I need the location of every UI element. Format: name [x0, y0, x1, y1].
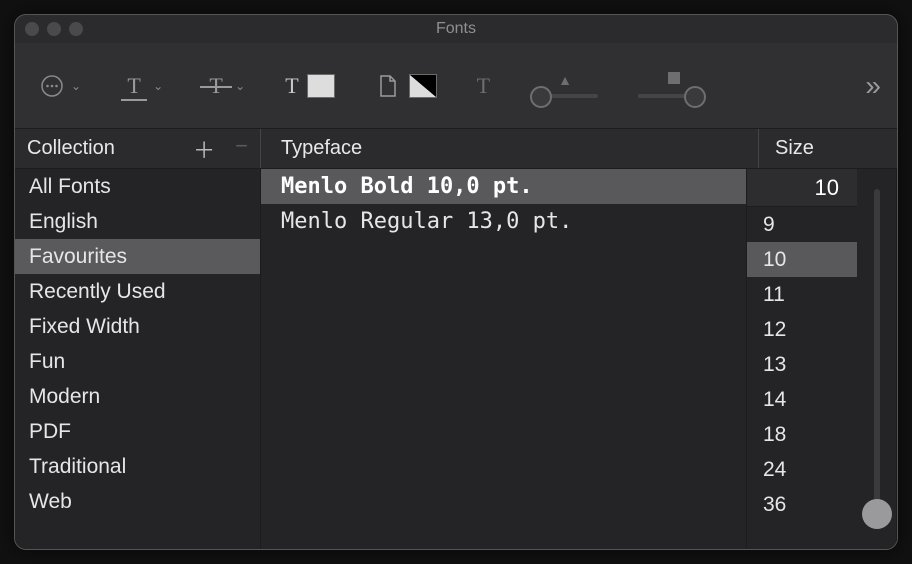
panel-body: All FontsEnglishFavouritesRecently UsedF… — [15, 169, 897, 549]
text-color-swatch[interactable] — [307, 74, 335, 98]
size-option[interactable]: 10 — [747, 242, 857, 277]
underline-menu[interactable]: T ⌄ — [121, 73, 163, 99]
document-color-picker[interactable] — [375, 73, 437, 99]
chevron-down-icon: ⌄ — [153, 79, 163, 93]
shadow-icon: T — [477, 73, 490, 99]
chevron-double-right-icon: » — [865, 70, 877, 101]
typeface-list[interactable]: Menlo Bold 10,0 pt.Menlo Regular 13,0 pt… — [261, 169, 747, 549]
text-color-icon: T — [285, 73, 298, 99]
toolbar-overflow-button[interactable]: » — [865, 70, 877, 102]
collection-item[interactable]: All Fonts — [15, 169, 260, 204]
size-option[interactable]: 9 — [747, 207, 857, 242]
window-controls — [25, 22, 83, 36]
typeface-item[interactable]: Menlo Bold 10,0 pt. — [261, 169, 746, 204]
collection-item[interactable]: PDF — [15, 414, 260, 449]
square-icon — [668, 72, 680, 84]
window-title: Fonts — [15, 20, 897, 38]
collection-list[interactable]: All FontsEnglishFavouritesRecently UsedF… — [15, 169, 261, 549]
remove-collection-button[interactable]: − — [235, 133, 248, 165]
add-collection-button[interactable]: ＋ — [193, 133, 215, 165]
strikethrough-menu[interactable]: T ⌄ — [203, 73, 245, 99]
fonts-window: Fonts ⌄ T ⌄ T ⌄ T T — [14, 14, 898, 550]
slider-thumb[interactable] — [684, 86, 706, 108]
collection-header: Collection ＋ − — [15, 129, 261, 168]
collection-item[interactable]: Traditional — [15, 449, 260, 484]
shadow-opacity-slider[interactable]: ▲ — [530, 64, 598, 108]
collection-item[interactable]: Fixed Width — [15, 309, 260, 344]
shadow-blur-slider[interactable] — [638, 64, 706, 108]
slider-thumb[interactable] — [862, 499, 892, 529]
typeface-item[interactable]: Menlo Regular 13,0 pt. — [261, 204, 746, 239]
size-header: Size — [759, 129, 897, 168]
typeface-header-label: Typeface — [281, 137, 362, 160]
collection-item[interactable]: Recently Used — [15, 274, 260, 309]
size-option[interactable]: 14 — [747, 382, 857, 417]
document-color-swatch[interactable] — [409, 74, 437, 98]
size-field[interactable]: 10 — [747, 169, 857, 207]
size-option[interactable]: 36 — [747, 487, 857, 522]
size-header-label: Size — [775, 137, 814, 160]
collection-item[interactable]: English — [15, 204, 260, 239]
slider-track — [874, 189, 880, 529]
text-shadow-toggle[interactable]: T — [477, 73, 490, 99]
toolbar: ⌄ T ⌄ T ⌄ T T ▲ — [15, 43, 897, 129]
zoom-button[interactable] — [69, 22, 83, 36]
size-option[interactable]: 12 — [747, 312, 857, 347]
column-headers: Collection ＋ − Typeface Size — [15, 129, 897, 169]
close-button[interactable] — [25, 22, 39, 36]
strikethrough-icon: T — [203, 73, 229, 99]
minimize-button[interactable] — [47, 22, 61, 36]
ellipsis-circle-icon — [39, 73, 65, 99]
size-column: 10 91011121314182436 — [747, 169, 857, 549]
triangle-icon: ▲ — [558, 72, 572, 88]
titlebar: Fonts — [15, 15, 897, 43]
chevron-down-icon: ⌄ — [71, 79, 81, 93]
text-color-picker[interactable]: T — [285, 73, 334, 99]
size-slider[interactable] — [857, 169, 897, 549]
collection-item[interactable]: Fun — [15, 344, 260, 379]
underline-icon: T — [121, 73, 147, 99]
size-list[interactable]: 91011121314182436 — [747, 207, 857, 522]
typeface-header: Typeface — [261, 129, 759, 168]
collection-header-label: Collection — [27, 137, 115, 160]
collection-item[interactable]: Favourites — [15, 239, 260, 274]
actions-menu[interactable]: ⌄ — [39, 73, 81, 99]
document-icon — [375, 73, 401, 99]
slider-thumb[interactable] — [530, 86, 552, 108]
collection-item[interactable]: Modern — [15, 379, 260, 414]
collection-item[interactable]: Web — [15, 484, 260, 519]
size-option[interactable]: 24 — [747, 452, 857, 487]
size-option[interactable]: 13 — [747, 347, 857, 382]
size-option[interactable]: 11 — [747, 277, 857, 312]
size-option[interactable]: 18 — [747, 417, 857, 452]
chevron-down-icon: ⌄ — [235, 79, 245, 93]
